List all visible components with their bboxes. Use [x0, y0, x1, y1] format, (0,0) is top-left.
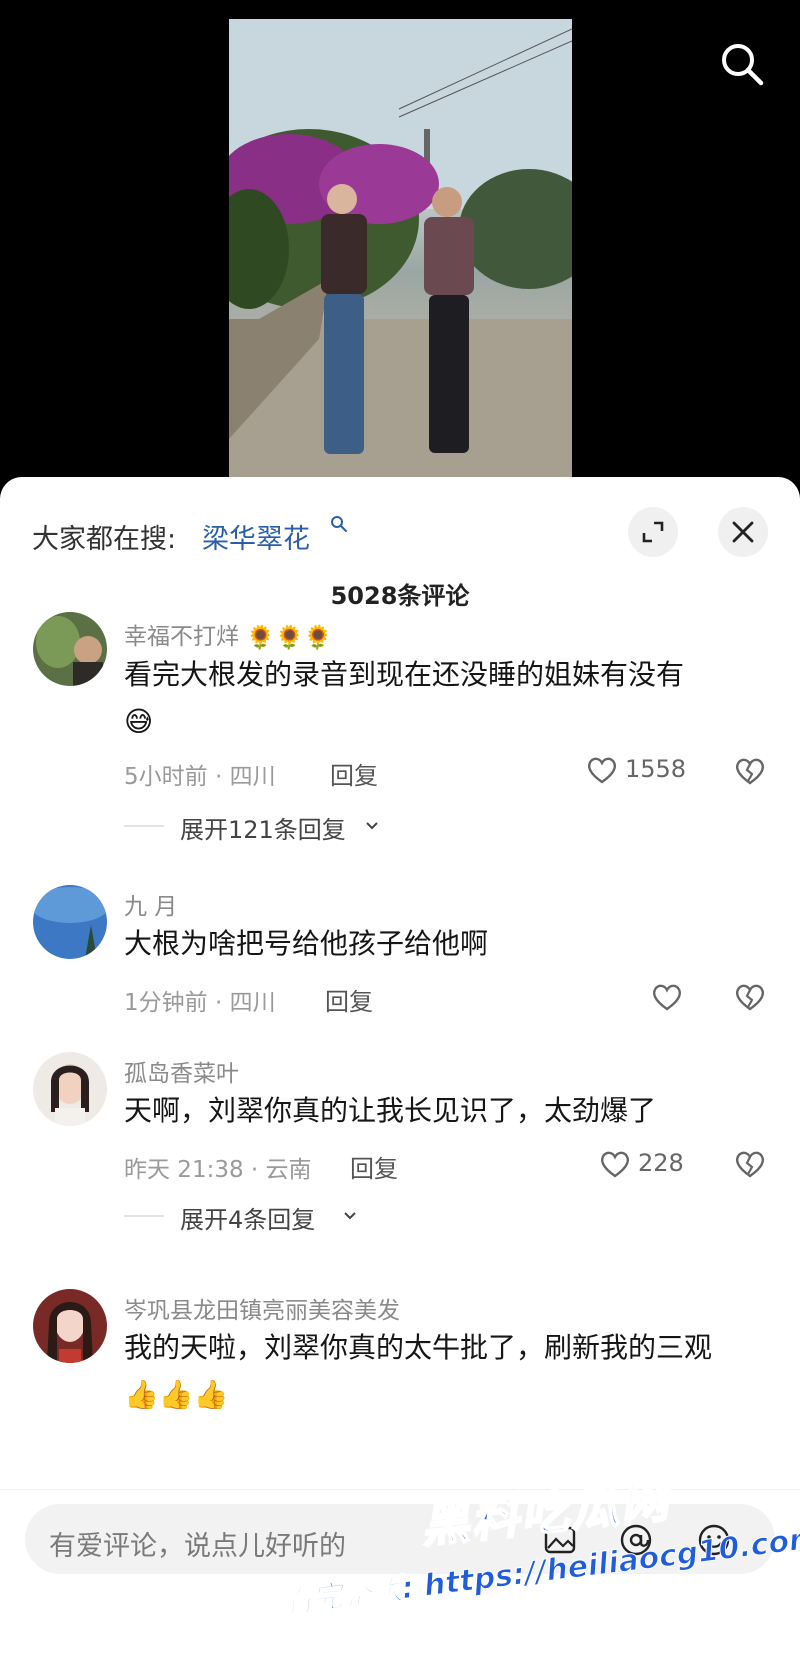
search-icon	[331, 516, 347, 532]
heart-icon	[601, 1151, 629, 1178]
hot-search-row: 大家都在搜: 梁华翠花	[32, 507, 768, 559]
expand-replies-label: 展开121条回复	[180, 816, 346, 844]
comment-text-body: 看完大根发的录音到现在还没睡的姐妹有没有	[124, 658, 685, 691]
reply-button[interactable]: 回复	[325, 982, 373, 1017]
avatar[interactable]	[33, 1052, 107, 1126]
comment-text: 我的天啦，刘翠你真的太牛批了，刷新我的三观 👍👍👍	[124, 1325, 764, 1418]
sunflower-emoji: 🌻🌻🌻	[246, 625, 333, 651]
close-button[interactable]	[718, 507, 768, 557]
search-icon	[722, 44, 764, 86]
like-button[interactable]: 1558	[585, 753, 695, 789]
comment-meta: 1分钟前 · 四川	[124, 990, 276, 1016]
comment-text: 天啊，刘翠你真的让我长见识了，太劲爆了	[124, 1094, 657, 1127]
dislike-button[interactable]	[733, 754, 767, 788]
dislike-button[interactable]	[733, 1147, 767, 1181]
reply-button[interactable]: 回复	[350, 1149, 398, 1184]
close-icon	[732, 521, 754, 543]
expand-replies-label: 展开4条回复	[180, 1206, 316, 1234]
broken-heart-icon	[736, 1151, 764, 1178]
comment-username[interactable]: 九 月	[124, 887, 177, 921]
hot-search-label: 大家都在搜:	[32, 524, 177, 555]
heart-icon	[588, 757, 616, 784]
expand-icon	[642, 521, 664, 543]
username-text: 幸福不打烊	[124, 624, 239, 650]
like-count: 228	[638, 1149, 684, 1177]
avatar[interactable]	[33, 885, 107, 959]
avatar[interactable]	[33, 612, 107, 686]
sweat-smile-emoji: 😅	[124, 705, 154, 738]
video-thumbnail[interactable]	[229, 19, 572, 479]
like-button[interactable]	[650, 980, 686, 1016]
chevron-down-icon	[344, 1212, 356, 1220]
comment-input-placeholder: 有爱评论，说点儿好听的	[49, 1531, 346, 1562]
broken-heart-icon	[736, 758, 764, 785]
expand-replies-button[interactable]: 展开4条回复	[124, 1198, 374, 1234]
like-count: 1558	[625, 755, 687, 783]
video-area[interactable]	[0, 0, 800, 500]
broken-heart-icon	[736, 984, 764, 1011]
expand-replies-button[interactable]: 展开121条回复	[124, 808, 394, 844]
comment-text-body: 我的天啦，刘翠你真的太牛批了，刷新我的三观	[124, 1331, 713, 1364]
comment-text: 看完大根发的录音到现在还没睡的姐妹有没有 😅	[124, 652, 764, 745]
comment-sheet: 大家都在搜: 梁华翠花 5028条评论 幸福不打烊 🌻🌻🌻 看完大根发的录音到现…	[0, 477, 800, 1657]
search-button[interactable]	[718, 40, 766, 88]
divider-line	[124, 825, 164, 827]
comment-username[interactable]: 岑巩县龙田镇亮丽美容美发	[124, 1291, 400, 1325]
comment-meta: 5小时前 · 四川	[124, 764, 276, 790]
avatar[interactable]	[33, 1289, 107, 1363]
comment-text: 大根为啥把号给他孩子给他啊	[124, 927, 489, 960]
comment-count: 5028条评论	[330, 582, 470, 610]
dislike-button[interactable]	[733, 980, 767, 1014]
comment-username[interactable]: 孤岛香菜叶	[124, 1054, 239, 1088]
like-button[interactable]: 228	[598, 1147, 698, 1183]
divider-line	[124, 1215, 164, 1217]
reply-button[interactable]: 回复	[330, 756, 378, 791]
hot-search-term[interactable]: 梁华翠花	[202, 517, 310, 556]
comment-username[interactable]: 幸福不打烊 🌻🌻🌻	[124, 617, 332, 651]
expand-button[interactable]	[628, 507, 678, 557]
chevron-down-icon	[366, 822, 378, 830]
heart-icon	[653, 984, 681, 1011]
comment-meta: 昨天 21:38 · 云南	[124, 1157, 312, 1183]
thumbs-up-emoji: 👍👍👍	[124, 1378, 229, 1411]
